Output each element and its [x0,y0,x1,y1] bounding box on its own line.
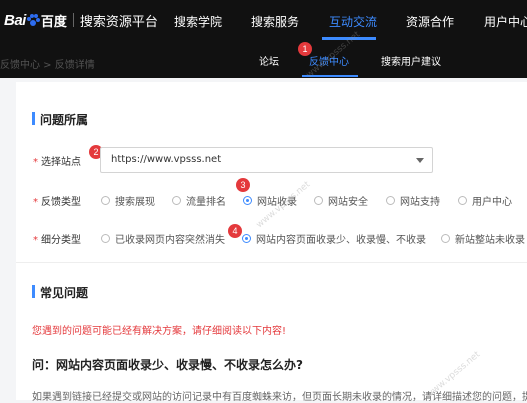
radio-label: 网站内容页面收录少、收录慢、不收录 [256,235,426,246]
logo-divider [72,13,74,27]
radio-slow-indexing[interactable]: 网站内容页面收录少、收录慢、不收录 [242,231,426,246]
sub-type-label-text: 细分类型 [41,235,81,246]
radio-new-site-not-indexed[interactable]: 新站整站未收录 [441,231,525,246]
breadcrumb: 反馈中心 > 反馈详情 [0,60,95,71]
radio-site-indexing[interactable]: 网站收录 [243,193,297,208]
radio-user-center[interactable]: 用户中心 [458,193,512,208]
subnav-item-forum[interactable]: 论坛 [259,53,279,68]
section-title-faq: 常见问题 [40,286,89,300]
sub-navbar: 论坛 反馈中心 搜索用户建议 1 反馈中心 > 反馈详情 [0,40,527,78]
site-select[interactable]: https://www.vpsss.net [100,147,433,173]
section-marker [32,112,35,125]
paw-icon [26,14,40,26]
faq-question: 问：网站内容页面收录少、收录慢、不收录怎么办? [32,358,303,372]
radio-label: 搜索展现 [115,197,155,208]
platform-title: 搜索资源平台 [79,14,158,30]
radio-label: 网站支持 [400,197,440,208]
nav-item-academy[interactable]: 搜索学院 [174,13,222,30]
site-select-value: https://www.vpsss.net [111,154,222,165]
radio-icon [458,196,467,205]
baidu-logo[interactable]: Bai 百度 搜索资源平台 [4,10,158,30]
nav-item-cooperation[interactable]: 资源合作 [406,13,454,30]
site-label: * 选择站点 [33,153,81,168]
section-title-problem: 问题所属 [40,113,89,127]
step-badge-4: 4 [228,224,242,238]
subnav-item-user-suggestions[interactable]: 搜索用户建议 [381,53,441,68]
radio-label: 已收录网页内容突然消失 [115,235,225,246]
radio-icon [386,196,395,205]
radio-icon [101,196,110,205]
radio-site-support[interactable]: 网站支持 [386,193,440,208]
radio-label: 网站安全 [328,197,368,208]
required-mark: * [33,197,38,208]
sub-type-label: * 细分类型 [33,231,81,246]
radio-label: 网站收录 [257,197,297,208]
nav-item-user-center[interactable]: 用户中心 [484,13,527,30]
radio-traffic-ranking[interactable]: 流量排名 [172,193,226,208]
radio-icon [314,196,323,205]
radio-selected-icon [242,234,251,243]
radio-label: 新站整站未收录 [455,235,525,246]
section-marker [32,285,35,298]
top-navbar: Bai 百度 搜索资源平台 搜索学院 搜索服务 互动交流 资源合作 用户中心 [0,0,527,40]
step-badge-3: 3 [236,178,250,192]
radio-icon [441,234,450,243]
radio-selected-icon [243,196,252,205]
feedback-type-label-text: 反馈类型 [41,197,81,208]
radio-search-display[interactable]: 搜索展现 [101,193,155,208]
required-mark: * [33,235,38,246]
step-badge-1: 1 [298,42,312,56]
logo-text-du: 百度 [40,14,67,30]
nav-item-interaction[interactable]: 互动交流 [329,13,377,30]
subnav-item-feedback-center[interactable]: 反馈中心 [309,53,349,68]
solution-notice: 您遇到的问题可能已经有解决方案，请仔细阅读以下内容! [32,326,287,337]
radio-label: 流量排名 [186,197,226,208]
nav-item-services[interactable]: 搜索服务 [251,13,299,30]
radio-icon [101,234,110,243]
section-divider [16,262,527,263]
logo-text-bai: Bai [4,11,26,29]
radio-content-disappeared[interactable]: 已收录网页内容突然消失 [101,231,225,246]
feedback-type-label: * 反馈类型 [33,193,81,208]
chevron-down-icon [416,158,424,163]
radio-site-security[interactable]: 网站安全 [314,193,368,208]
required-mark: * [33,157,38,168]
subnav-active-indicator [302,75,358,77]
radio-label: 用户中心 [472,197,512,208]
site-label-text: 选择站点 [41,157,81,168]
radio-icon [172,196,181,205]
faq-description: 如果遇到链接已经提交或网站的访问记录中有百度蜘蛛来访，但页面长期未收录的情况，请… [32,392,527,403]
